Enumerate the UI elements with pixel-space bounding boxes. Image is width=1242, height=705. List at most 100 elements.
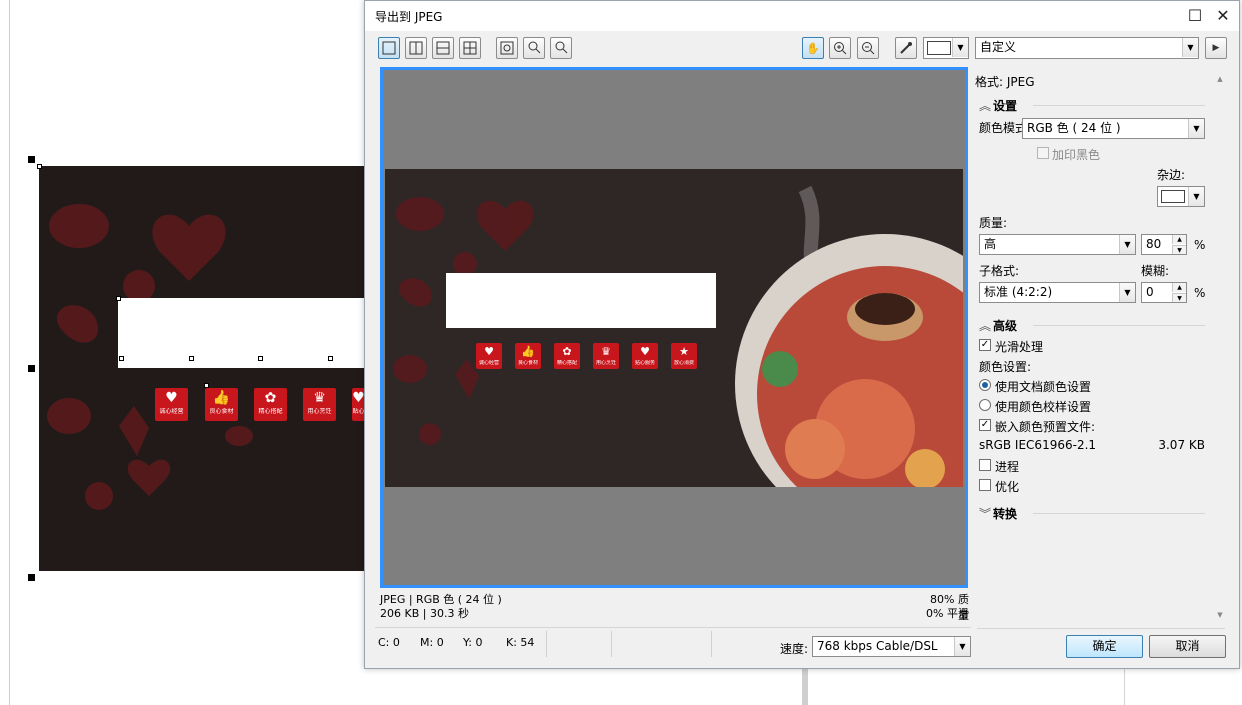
quality-label: 质量: [979, 216, 1008, 230]
chevron-down-icon: ▼ [952, 38, 968, 57]
profile-name: sRGB IEC61966-2.1 [979, 438, 1097, 452]
two-horizontal-view-button[interactable] [432, 37, 454, 59]
node-handle[interactable] [116, 296, 121, 301]
selection-handle[interactable] [28, 156, 35, 163]
selection-handle[interactable] [28, 365, 35, 372]
pan-tool-button[interactable]: ✋ [802, 37, 824, 59]
zoom-out-button[interactable] [857, 37, 879, 59]
divider [375, 627, 971, 628]
black-readout: K: 54 [506, 636, 535, 649]
divider [611, 631, 612, 657]
preview-feature-badge: ♥ 诚心经营 [476, 343, 502, 369]
single-view-button[interactable] [378, 37, 400, 59]
smoothing-checkbox[interactable]: ✓ [979, 339, 991, 351]
use-doc-color-radio[interactable] [979, 379, 991, 391]
ok-button[interactable]: 确定 [1066, 635, 1143, 658]
zoom-1to1-button[interactable] [523, 37, 545, 59]
optimize-checkbox[interactable] [979, 479, 991, 491]
use-proof-color-radio[interactable] [979, 399, 991, 411]
node-handle[interactable] [119, 356, 124, 361]
node-handle[interactable] [328, 356, 333, 361]
divider [977, 628, 1225, 629]
embed-profile-label: 嵌入颜色预置文件: [995, 420, 1096, 434]
heart-icon: ♥ [484, 345, 494, 358]
scroll-down-icon[interactable]: ▼ [1214, 609, 1226, 621]
settings-section-header[interactable]: ︽ 设置 [979, 97, 1017, 114]
overprint-black-checkbox[interactable] [1037, 147, 1049, 159]
embed-profile-checkbox[interactable]: ✓ [979, 419, 991, 431]
zoom-in-button[interactable] [829, 37, 851, 59]
single-view-icon [382, 41, 396, 55]
quality-dropdown[interactable]: 高 ▼ [979, 234, 1136, 255]
thumbs-up-icon: 👍 [212, 390, 231, 406]
subformat-label: 子格式: [979, 264, 1020, 278]
settings-panel: 格式: JPEG ︽ 设置 颜色模式: RGB 色 ( 24 位 ) ▼ 加印黑色… [975, 67, 1224, 627]
flower-icon: ✿ [264, 390, 277, 406]
progressive-checkbox[interactable] [979, 459, 991, 471]
spin-down-icon[interactable]: ▼ [1172, 245, 1186, 254]
use-doc-color-label: 使用文档颜色设置 [995, 380, 1092, 394]
matte-color-dropdown[interactable]: ▼ [1157, 186, 1205, 207]
progressive-label: 进程 [995, 460, 1020, 474]
chevron-down-icon: ▼ [1188, 119, 1204, 138]
divider [1033, 513, 1205, 514]
color-swatch [927, 41, 951, 55]
blur-percent: % [1194, 286, 1206, 300]
four-view-button[interactable] [459, 37, 481, 59]
two-vertical-view-button[interactable] [405, 37, 427, 59]
heart-hand-icon: ♥ [640, 345, 650, 358]
node-handle[interactable] [258, 356, 263, 361]
blur-spinner[interactable]: 0 ▲ ▼ [1141, 282, 1187, 303]
spin-up-icon[interactable]: ▲ [1172, 235, 1186, 244]
preview-artwork [393, 185, 963, 487]
optimize-label: 优化 [995, 480, 1020, 494]
chef-hat-icon: ♛ [601, 345, 611, 358]
yellow-readout: Y: 0 [463, 636, 483, 649]
preview-feature-badge: ★ 放心消费 [671, 343, 697, 369]
eyedropper-button[interactable] [895, 37, 917, 59]
speed-dropdown[interactable]: 768 kbps Cable/DSL ▼ [812, 636, 971, 657]
maximize-icon[interactable]: ☐ [1183, 5, 1207, 27]
node-handle[interactable] [204, 383, 209, 388]
advanced-section-header[interactable]: ︽ 高级 [979, 317, 1017, 334]
eyedropper-icon [900, 42, 912, 54]
preview-pane[interactable]: ♥ 诚心经营 👍 良心食材 ✿ 精心搭配 ♛ 用心烹饪 ♥ 贴心服务 ★ 放心消… [380, 67, 968, 588]
hand-icon: ✋ [806, 41, 820, 55]
size-info: 206 KB | 30.3 秒 [380, 607, 469, 620]
settings-scrollbar[interactable]: ▲ ▼ [1214, 71, 1226, 623]
zoom-100-icon [555, 41, 568, 54]
fit-icon [500, 41, 514, 55]
star-icon: ★ [679, 345, 689, 358]
decorative-doodles [47, 204, 253, 510]
preset-dropdown[interactable]: 自定义 ▼ [975, 37, 1199, 59]
format-label: 格式: JPEG [975, 75, 1035, 89]
spin-up-icon[interactable]: ▲ [1172, 283, 1186, 292]
quality-spinner[interactable]: 80 ▲ ▼ [1141, 234, 1187, 255]
chevron-up-icon: ︽ [979, 319, 992, 333]
subformat-dropdown[interactable]: 标准 (4:2:2) ▼ [979, 282, 1136, 303]
node-handle[interactable] [37, 164, 42, 169]
spin-down-icon[interactable]: ▼ [1172, 293, 1186, 302]
zoom-in-icon [834, 42, 847, 55]
color-mode-dropdown[interactable]: RGB 色 ( 24 位 ) ▼ [1022, 118, 1205, 139]
grid-view-icon [463, 41, 477, 55]
dialog-titlebar[interactable]: 导出到 JPEG ☐ ✕ [365, 1, 1239, 31]
zoom-100-button[interactable] [550, 37, 572, 59]
cyan-readout: C: 0 [378, 636, 400, 649]
transform-section-header[interactable]: ︾ 转换 [979, 505, 1017, 522]
cancel-button[interactable]: 取消 [1149, 635, 1226, 658]
artwork-background[interactable] [39, 166, 365, 571]
feature-icon-badge: 👍 良心食材 [205, 388, 238, 421]
close-icon[interactable]: ✕ [1211, 5, 1235, 27]
preview-feature-badge: ✿ 精心搭配 [554, 343, 580, 369]
preview-title-box [446, 273, 716, 328]
preset-menu-button[interactable]: ▶ [1205, 37, 1227, 59]
node-handle[interactable] [189, 356, 194, 361]
color-swatch-dropdown[interactable]: ▼ [923, 37, 969, 59]
scroll-up-icon[interactable]: ▲ [1214, 73, 1226, 85]
fit-to-window-button[interactable] [496, 37, 518, 59]
selection-handle[interactable] [28, 574, 35, 581]
matte-label: 杂边: [1157, 168, 1186, 182]
canvas-scroll-strip [802, 668, 808, 705]
chevron-down-icon: ▼ [1188, 187, 1204, 206]
